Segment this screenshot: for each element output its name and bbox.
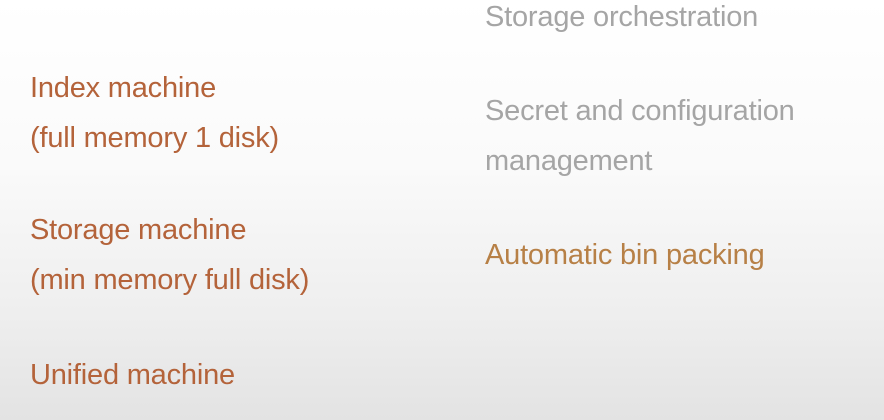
- bin-packing-label: Automatic bin packing: [485, 239, 765, 271]
- index-machine-title: Index machine: [30, 72, 217, 104]
- storage-machine-title: Storage machine: [30, 214, 247, 246]
- secret-config-label-line2: management: [485, 145, 653, 177]
- secret-config-item: Secret and configuration management: [485, 86, 795, 186]
- storage-orchestration-item: Storage orchestration: [485, 0, 758, 42]
- secret-config-label-line1: Secret and configuration: [485, 95, 795, 127]
- storage-machine-item: Storage machine (min memory full disk): [30, 205, 309, 305]
- index-machine-item: Index machine (full memory 1 disk): [30, 63, 279, 163]
- index-machine-detail: (full memory 1 disk): [30, 122, 279, 154]
- storage-orchestration-label: Storage orchestration: [485, 1, 759, 33]
- storage-machine-detail: (min memory full disk): [30, 264, 310, 296]
- unified-machine-title: Unified machine: [30, 359, 235, 391]
- unified-machine-item: Unified machine: [30, 350, 235, 400]
- bin-packing-item: Automatic bin packing: [485, 230, 765, 280]
